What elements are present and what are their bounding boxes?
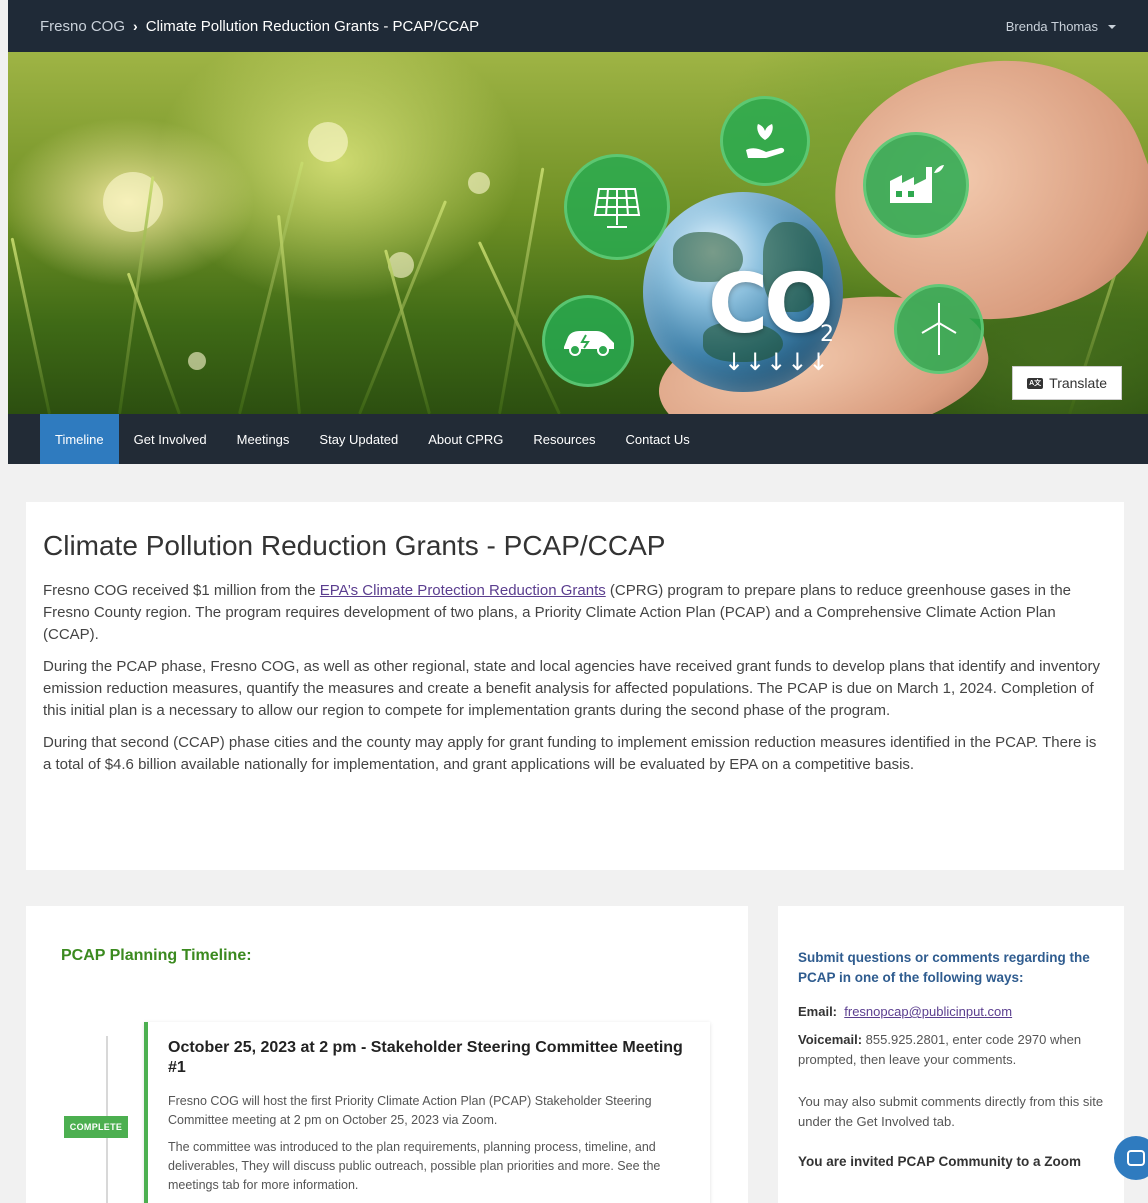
- page: Fresno COG › Climate Pollution Reduction…: [8, 0, 1148, 1203]
- grass-blade: [277, 214, 301, 414]
- tab-get-involved[interactable]: Get Involved: [119, 414, 222, 464]
- hero-banner: CO 2 ↓↓↓↓↓ A文 Translate: [8, 52, 1148, 414]
- tab-contact-us[interactable]: Contact Us: [610, 414, 704, 464]
- breadcrumb-org-link[interactable]: Fresno COG: [40, 18, 125, 35]
- timeline-title: PCAP Planning Timeline:: [61, 947, 252, 964]
- email-line: Email: fresnopcap@publicinput.com: [798, 1002, 1104, 1022]
- intro-card: Climate Pollution Reduction Grants - PCA…: [26, 502, 1124, 870]
- tab-stay-updated[interactable]: Stay Updated: [304, 414, 413, 464]
- bokeh-light: [188, 352, 206, 370]
- grass-blade: [498, 167, 545, 414]
- solar-panel-icon: [564, 154, 670, 260]
- bokeh-light: [103, 172, 163, 232]
- intro-paragraph-3: During that second (CCAP) phase cities a…: [43, 734, 1097, 773]
- zoom-invite-text: You are invited PCAP Community to a Zoom: [798, 1154, 1082, 1169]
- translate-icon: A文: [1027, 377, 1044, 389]
- factory-icon: [863, 132, 969, 238]
- user-name: Brenda Thomas: [1005, 18, 1098, 34]
- grass-blade: [126, 272, 181, 414]
- tab-resources[interactable]: Resources: [518, 414, 610, 464]
- user-menu[interactable]: Brenda Thomas: [1006, 19, 1116, 34]
- translate-label: Translate: [1049, 375, 1107, 391]
- event-title: October 25, 2023 at 2 pm - Stakeholder S…: [168, 1039, 683, 1076]
- voicemail-line: Voicemail: 855.925.2801, enter code 2970…: [798, 1030, 1104, 1070]
- timeline-card: PCAP Planning Timeline: COMPLETE October…: [26, 906, 748, 1203]
- plant-hand-icon: [720, 96, 810, 186]
- event-description: Fresno COG will host the first Priority …: [168, 1094, 652, 1127]
- tab-meetings[interactable]: Meetings: [222, 414, 305, 464]
- email-link[interactable]: fresnopcap@publicinput.com: [844, 1004, 1012, 1019]
- bokeh-light: [468, 172, 490, 194]
- wind-turbine-icon: [894, 284, 984, 374]
- electric-car-icon: [542, 295, 634, 387]
- breadcrumb-current-page: Climate Pollution Reduction Grants - PCA…: [145, 17, 480, 35]
- chat-glyph: [1127, 1150, 1145, 1166]
- breadcrumb: Fresno COG › Climate Pollution Reduction…: [40, 18, 479, 35]
- sidebar-heading: Submit questions or comments regarding t…: [798, 950, 1090, 985]
- email-label: Email:: [798, 1004, 838, 1019]
- co2-label: CO: [708, 257, 834, 352]
- caret-down-icon: [1108, 25, 1116, 29]
- intro-paragraph-1: Fresno COG received $1 million from the …: [43, 580, 1107, 646]
- tab-about-cprg[interactable]: About CPRG: [413, 414, 518, 464]
- intro-paragraph-2: During the PCAP phase, Fresno COG, as we…: [43, 658, 1101, 719]
- bokeh-light: [308, 122, 348, 162]
- voicemail-label: Voicemail:: [798, 1032, 863, 1047]
- epa-cprg-link[interactable]: EPA’s Climate Protection Reduction Grant…: [320, 582, 606, 599]
- grass-blade: [10, 237, 51, 414]
- page-title: Climate Pollution Reduction Grants - PCA…: [43, 530, 666, 561]
- status-badge: COMPLETE: [64, 1116, 128, 1138]
- tab-timeline[interactable]: Timeline: [40, 414, 119, 464]
- translate-button[interactable]: A文 Translate: [1012, 366, 1122, 400]
- co2-subscript: 2: [820, 322, 834, 347]
- direct-comment-text: You may also submit comments directly fr…: [798, 1094, 1104, 1129]
- timeline-event: October 25, 2023 at 2 pm - Stakeholder S…: [144, 1022, 710, 1203]
- top-header: Fresno COG › Climate Pollution Reduction…: [8, 0, 1148, 52]
- down-arrows-icon: ↓↓↓↓↓: [724, 348, 830, 376]
- main-nav: Timeline Get Involved Meetings Stay Upda…: [8, 414, 1148, 464]
- comments-sidebar: Submit questions or comments regarding t…: [778, 906, 1124, 1203]
- chevron-right-icon: ›: [133, 18, 138, 34]
- intro-text: Fresno COG received $1 million from the: [43, 582, 320, 599]
- event-description: The committee was introduced to the plan…: [168, 1140, 661, 1192]
